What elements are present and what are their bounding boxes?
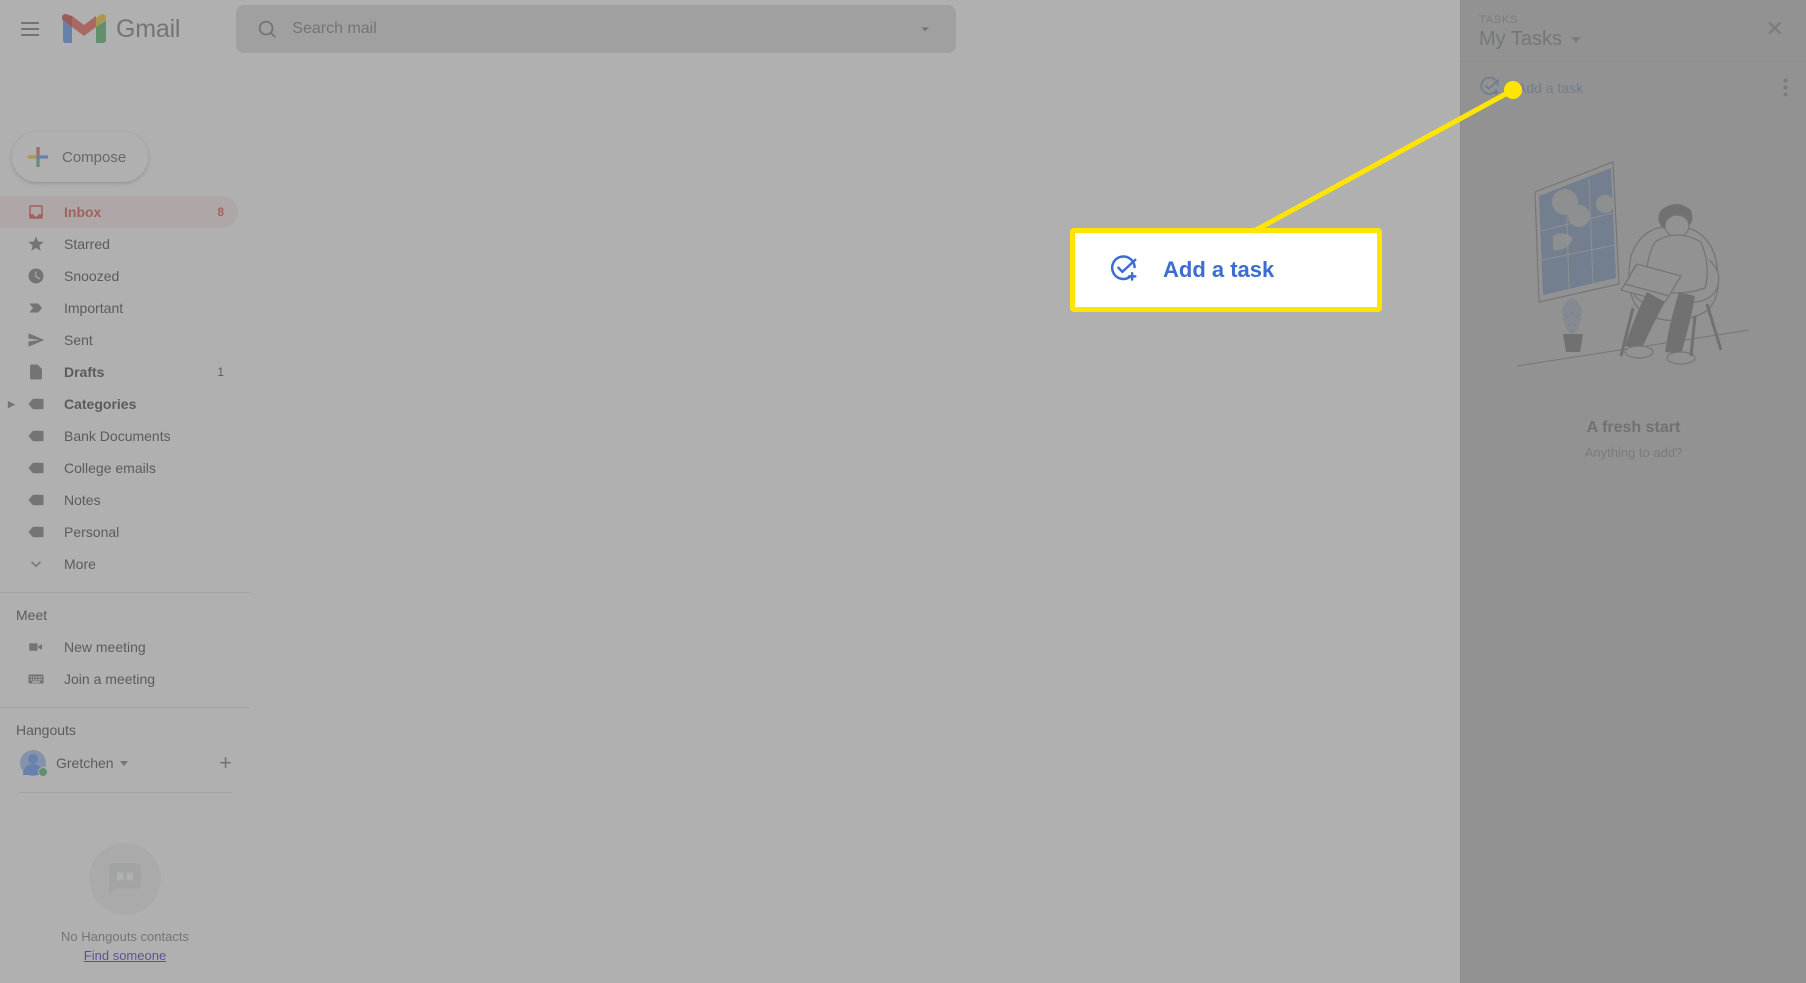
hangouts-add-plus-icon[interactable]: +	[219, 752, 232, 774]
gmail-app-window: Gmail Search mail Compose Inbox 8 Starre…	[0, 0, 1806, 983]
online-status-dot	[38, 767, 48, 777]
compose-button[interactable]: Compose	[12, 132, 148, 182]
expand-chevron-right-icon[interactable]: ▶	[8, 399, 20, 410]
label-tag-icon	[26, 458, 46, 478]
sidebar-item-label: Snoozed	[64, 268, 120, 284]
label-tag-icon	[26, 490, 46, 510]
video-camera-icon	[26, 637, 46, 657]
hangouts-user-row[interactable]: Gretchen +	[0, 746, 250, 780]
callout-pointer-dot	[1504, 81, 1522, 99]
tasks-empty-title: A fresh start	[1586, 419, 1681, 436]
add-task-check-icon	[1109, 253, 1139, 288]
hangouts-divider	[18, 792, 232, 793]
callout-label: Add a task	[1163, 257, 1275, 282]
sidebar-item-more[interactable]: More	[0, 548, 238, 580]
sidebar-item-personal[interactable]: Personal	[0, 516, 238, 548]
sidebar-item-label: Inbox	[64, 204, 102, 220]
star-icon	[26, 234, 46, 254]
sidebar-item-label: College emails	[64, 460, 156, 476]
chevron-down-icon[interactable]	[1570, 36, 1581, 43]
hangouts-empty-icon	[89, 843, 161, 915]
sidebar-item-count: 8	[217, 205, 224, 219]
sidebar-item-inbox[interactable]: Inbox 8	[0, 196, 238, 228]
send-icon	[26, 330, 46, 350]
sidebar-item-label: Bank Documents	[64, 428, 171, 444]
left-sidebar: Compose Inbox 8 Starred Snoozed Importan…	[0, 116, 250, 983]
gmail-logo[interactable]: Gmail	[62, 12, 180, 46]
sidebar-item-label: More	[64, 556, 96, 572]
sidebar-item-bank-documents[interactable]: Bank Documents	[0, 420, 238, 452]
tasks-panel-header: Tasks My Tasks ✕	[1461, 0, 1806, 61]
meet-section-title: Meet	[16, 607, 48, 623]
hangouts-chevron-down-icon[interactable]	[119, 760, 128, 766]
sidebar-item-label: Join a meeting	[64, 671, 156, 687]
tasks-list-selector[interactable]: My Tasks	[1479, 28, 1581, 51]
sidebar-item-snoozed[interactable]: Snoozed	[0, 260, 238, 292]
important-chevron-icon	[26, 298, 46, 318]
close-icon[interactable]: ✕	[1762, 14, 1788, 44]
sidebar-item-important[interactable]: Important	[0, 292, 238, 324]
clock-icon	[26, 266, 46, 286]
draft-page-icon	[26, 362, 46, 382]
tasks-empty-subtitle: Anything to add?	[1584, 445, 1683, 460]
sidebar-item-sent[interactable]: Sent	[0, 324, 238, 356]
main-menu-hamburger-icon[interactable]	[8, 7, 52, 51]
compose-label: Compose	[62, 148, 127, 166]
tasks-side-panel: Tasks My Tasks ✕ Add a task	[1460, 0, 1806, 983]
sidebar-item-notes[interactable]: Notes	[0, 484, 238, 516]
add-task-check-icon	[1479, 75, 1501, 102]
hangouts-empty-state: No Hangouts contacts Find someone	[0, 843, 250, 963]
add-a-task-callout[interactable]: Add a task	[1070, 228, 1382, 312]
sidebar-item-count: 1	[217, 365, 224, 379]
sidebar-item-label: Personal	[64, 524, 120, 540]
chevron-down-icon	[26, 554, 46, 574]
search-icon[interactable]	[250, 12, 284, 46]
search-options-chevron-down-icon[interactable]	[908, 12, 942, 46]
sidebar-item-categories[interactable]: ▶ Categories	[0, 388, 238, 420]
sidebar-item-label: Sent	[64, 332, 93, 348]
sidebar-item-drafts[interactable]: Drafts 1	[0, 356, 238, 388]
sidebar-item-label: Categories	[64, 396, 137, 412]
label-tag-icon	[26, 394, 46, 414]
hangouts-user-name: Gretchen	[56, 755, 114, 771]
sidebar-item-join-meeting[interactable]: Join a meeting	[0, 663, 238, 695]
label-tag-icon	[26, 522, 46, 542]
hangouts-avatar	[20, 750, 48, 777]
search-bar[interactable]	[236, 5, 957, 53]
tasks-empty-state: A fresh start Anything to add?	[1461, 114, 1806, 460]
sidebar-divider-hangouts	[0, 707, 250, 708]
sidebar-item-label: Drafts	[64, 364, 105, 380]
tasks-eyebrow-label: Tasks	[1479, 14, 1519, 26]
sidebar-item-starred[interactable]: Starred	[0, 228, 238, 260]
keyboard-icon	[26, 669, 46, 689]
add-task-label: Add a task	[1517, 80, 1584, 96]
sidebar-item-label: New meeting	[64, 639, 146, 655]
compose-plus-icon	[28, 147, 48, 167]
sidebar-item-college-emails[interactable]: College emails	[0, 452, 238, 484]
inbox-icon	[26, 202, 46, 222]
gmail-m-icon	[62, 14, 106, 43]
hangouts-empty-text: No Hangouts contacts	[61, 929, 189, 944]
search-input[interactable]	[292, 20, 909, 38]
sidebar-item-label: Starred	[64, 236, 110, 252]
gmail-wordmark: Gmail	[116, 14, 181, 43]
person-reading-in-chair-illustration	[1516, 161, 1749, 367]
tasks-list-name: My Tasks	[1479, 28, 1562, 50]
sidebar-item-label: Important	[64, 300, 124, 316]
find-someone-link[interactable]: Find someone	[0, 948, 250, 963]
hangouts-section-title: Hangouts	[16, 722, 76, 738]
sidebar-item-new-meeting[interactable]: New meeting	[0, 631, 238, 663]
label-tag-icon	[26, 426, 46, 446]
sidebar-item-label: Notes	[64, 492, 101, 508]
sidebar-divider-meet	[0, 592, 250, 593]
more-vertical-icon[interactable]	[1783, 78, 1788, 98]
sidebar-nav: Inbox 8 Starred Snoozed Important Sent D…	[0, 196, 250, 580]
